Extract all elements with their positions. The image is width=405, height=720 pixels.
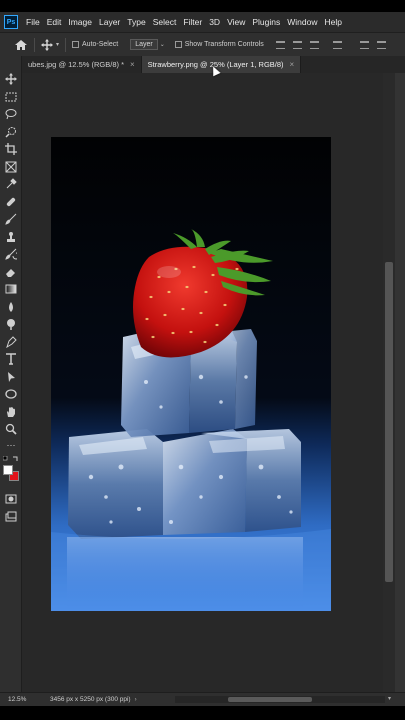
home-icon[interactable] xyxy=(14,39,28,51)
menu-window[interactable]: Window xyxy=(287,17,317,27)
menu-3d[interactable]: 3D xyxy=(209,17,220,27)
scroll-thumb[interactable] xyxy=(385,262,393,582)
window-top-strip xyxy=(0,0,405,12)
tab-label: ubes.jpg @ 12.5% (RGB/8) * xyxy=(28,60,124,69)
zoom-tool-icon[interactable] xyxy=(5,423,17,435)
document-image[interactable] xyxy=(51,137,331,611)
menu-help[interactable]: Help xyxy=(324,17,341,27)
eyedropper-icon[interactable] xyxy=(5,178,17,190)
scroll-thumb[interactable] xyxy=(228,697,312,702)
separator xyxy=(65,37,67,52)
show-transform-label: Show Transform Controls xyxy=(184,41,264,48)
chevron-down-icon[interactable]: ▾ xyxy=(56,41,59,48)
quick-mask-icon[interactable] xyxy=(5,493,17,505)
horizontal-scrollbar[interactable] xyxy=(175,696,385,703)
auto-select-option[interactable]: Auto-Select xyxy=(72,41,118,48)
path-select-icon[interactable] xyxy=(5,371,17,383)
menu-plugins[interactable]: Plugins xyxy=(252,17,280,27)
menu-filter[interactable]: Filter xyxy=(183,17,202,27)
auto-select-label: Auto-Select xyxy=(82,41,119,48)
blur-tool-icon[interactable] xyxy=(5,301,17,313)
brush-tool-icon[interactable] xyxy=(5,213,17,225)
zoom-level[interactable]: 12.5% xyxy=(8,696,42,703)
scroll-track xyxy=(383,73,395,692)
menu-edit[interactable]: Edit xyxy=(47,17,62,27)
marquee-tool-icon[interactable] xyxy=(5,91,17,103)
photoshop-logo-icon: Ps xyxy=(4,15,18,29)
document-info[interactable]: 3456 px x 5250 px (300 ppi) xyxy=(50,696,131,703)
hand-tool-icon[interactable] xyxy=(5,406,17,418)
crop-tool-icon[interactable] xyxy=(5,143,17,155)
more-tools-icon[interactable]: ⋯ xyxy=(5,439,17,451)
quick-select-icon[interactable] xyxy=(5,126,17,138)
chevron-down-icon[interactable]: ▾ xyxy=(388,695,391,702)
chevron-down-icon[interactable]: ⌄ xyxy=(160,41,165,48)
color-swatch-icon[interactable] xyxy=(3,465,19,481)
clone-stamp-icon[interactable] xyxy=(5,231,17,243)
show-transform-checkbox[interactable] xyxy=(174,41,182,48)
close-icon[interactable]: × xyxy=(290,60,295,69)
ellipse-tool-icon[interactable] xyxy=(5,388,17,400)
move-tool-icon[interactable] xyxy=(41,38,53,51)
menu-file[interactable]: File xyxy=(26,17,40,27)
gradient-tool-icon[interactable] xyxy=(5,283,17,295)
window-bottom-strip xyxy=(0,706,405,720)
options-bar: ▾ Auto-Select Layer ⌄ Show Transform Con… xyxy=(0,32,405,56)
vertical-scrollbar[interactable] xyxy=(383,73,405,692)
menu-image[interactable]: Image xyxy=(68,17,92,27)
swap-colors-icon[interactable] xyxy=(3,456,19,462)
distribute-icon[interactable] xyxy=(359,40,369,49)
chevron-right-icon[interactable]: › xyxy=(135,697,137,703)
healing-brush-icon[interactable] xyxy=(5,196,17,208)
close-icon[interactable]: × xyxy=(130,60,135,69)
align-top-icon[interactable] xyxy=(332,40,342,49)
align-right-icon[interactable] xyxy=(309,40,319,49)
align-vertical-icon[interactable] xyxy=(376,40,386,49)
menu-type[interactable]: Type xyxy=(127,17,145,27)
menu-bar: Ps File Edit Image Layer Type Select Fil… xyxy=(0,12,405,32)
tab-cubes[interactable]: ubes.jpg @ 12.5% (RGB/8) * × xyxy=(22,56,142,73)
dodge-tool-icon[interactable] xyxy=(5,318,17,330)
lasso-tool-icon[interactable] xyxy=(5,108,17,120)
separator xyxy=(34,37,35,52)
eraser-icon[interactable] xyxy=(5,266,17,278)
align-center-icon[interactable] xyxy=(292,40,302,49)
auto-select-checkbox[interactable] xyxy=(72,41,80,48)
tools-panel: ⋯ xyxy=(0,56,22,692)
menu-select[interactable]: Select xyxy=(153,17,177,27)
tab-strawberry[interactable]: Strawberry.png @ 25% (Layer 1, RGB/8) × xyxy=(141,56,302,73)
screen-mode-icon[interactable] xyxy=(5,511,17,523)
type-tool-icon[interactable] xyxy=(5,353,17,365)
status-bar: 12.5% 3456 px x 5250 px (300 ppi) › ▾ xyxy=(0,692,405,706)
history-brush-icon[interactable] xyxy=(5,248,17,260)
menu-view[interactable]: View xyxy=(227,17,245,27)
pen-tool-icon[interactable] xyxy=(5,336,17,348)
align-controls xyxy=(275,40,386,49)
frame-tool-icon[interactable] xyxy=(5,161,17,173)
foreground-color-swatch[interactable] xyxy=(3,465,13,475)
auto-select-dropdown[interactable]: Layer xyxy=(130,39,158,50)
menu-layer[interactable]: Layer xyxy=(99,17,120,27)
show-transform-option[interactable]: Show Transform Controls xyxy=(174,41,264,48)
move-tool-icon[interactable] xyxy=(5,73,17,85)
align-left-icon[interactable] xyxy=(275,40,285,49)
